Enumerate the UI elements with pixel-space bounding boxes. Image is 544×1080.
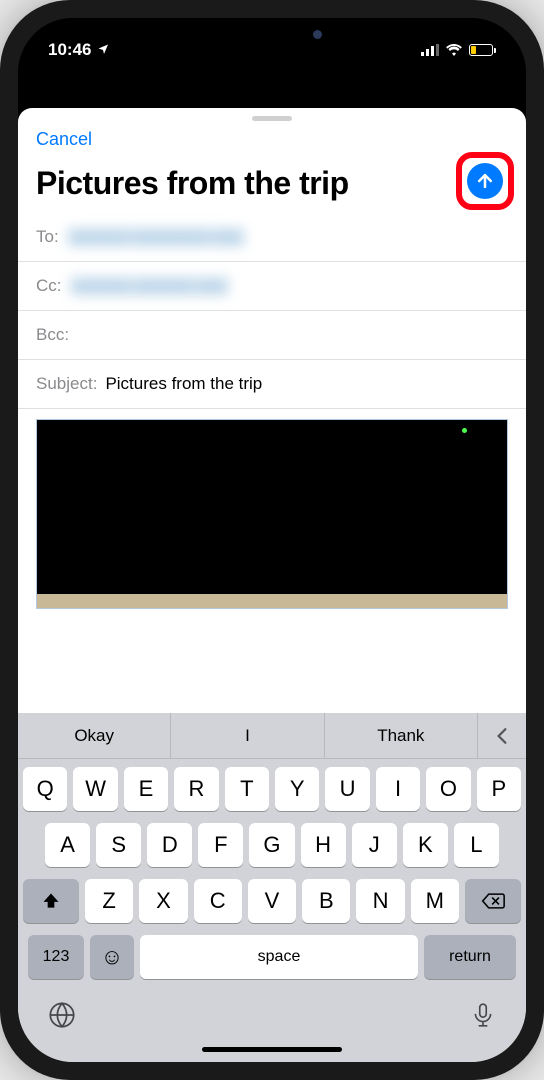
subject-label: Subject: — [36, 374, 97, 394]
suggestion-bar: Okay I Thank — [18, 713, 526, 759]
key-emoji[interactable]: ☺ — [90, 935, 134, 979]
key-123[interactable]: 123 — [28, 935, 84, 979]
suggestion-2[interactable]: I — [171, 713, 324, 758]
bcc-label: Bcc: — [36, 325, 69, 345]
key-x[interactable]: X — [139, 879, 187, 923]
key-h[interactable]: H — [301, 823, 346, 867]
key-v[interactable]: V — [248, 879, 296, 923]
key-row-1: Q W E R T Y U I O P — [23, 767, 521, 811]
key-row-bottom: 123 ☺ space return — [23, 935, 521, 979]
battery-icon — [469, 44, 496, 56]
emoji-icon: ☺ — [101, 944, 123, 970]
key-e[interactable]: E — [124, 767, 168, 811]
key-s[interactable]: S — [96, 823, 141, 867]
to-label: To: — [36, 227, 59, 247]
compose-title: Pictures from the trip — [36, 166, 508, 201]
backspace-icon — [481, 892, 505, 910]
key-row-3: Z X C V B N M — [23, 879, 521, 923]
keyboard: Okay I Thank Q W E R T — [18, 713, 526, 1062]
key-m[interactable]: M — [411, 879, 459, 923]
suggestion-1[interactable]: Okay — [18, 713, 171, 758]
bcc-field[interactable]: Bcc: — [18, 311, 526, 360]
home-indicator[interactable] — [202, 1047, 342, 1052]
mic-icon[interactable] — [470, 1001, 496, 1036]
key-y[interactable]: Y — [275, 767, 319, 811]
key-w[interactable]: W — [73, 767, 117, 811]
key-o[interactable]: O — [426, 767, 470, 811]
cc-label: Cc: — [36, 276, 62, 296]
key-z[interactable]: Z — [85, 879, 133, 923]
status-time: 10:46 — [48, 40, 91, 60]
key-n[interactable]: N — [356, 879, 404, 923]
key-f[interactable]: F — [198, 823, 243, 867]
key-r[interactable]: R — [174, 767, 218, 811]
key-shift[interactable] — [23, 879, 79, 923]
to-value: aaaaaa aaaaaaaa aaa — [67, 227, 245, 247]
globe-icon[interactable] — [48, 1001, 76, 1036]
key-k[interactable]: K — [403, 823, 448, 867]
shift-icon — [41, 891, 61, 911]
location-icon — [97, 43, 109, 58]
key-t[interactable]: T — [225, 767, 269, 811]
cellular-signal-icon — [421, 44, 439, 56]
key-p[interactable]: P — [477, 767, 521, 811]
key-q[interactable]: Q — [23, 767, 67, 811]
subject-field[interactable]: Subject: Pictures from the trip — [18, 360, 526, 409]
key-l[interactable]: L — [454, 823, 499, 867]
key-d[interactable]: D — [147, 823, 192, 867]
to-field[interactable]: To: aaaaaa aaaaaaaa aaa — [18, 213, 526, 262]
suggestion-3[interactable]: Thank — [325, 713, 478, 758]
key-space[interactable]: space — [140, 935, 418, 979]
key-b[interactable]: B — [302, 879, 350, 923]
cc-value: aaaaaa aaaaaa aaa — [70, 276, 229, 296]
suggestion-collapse[interactable] — [478, 713, 526, 758]
key-u[interactable]: U — [325, 767, 369, 811]
image-attachment[interactable] — [36, 419, 508, 609]
sheet-grabber[interactable] — [252, 116, 292, 121]
key-i[interactable]: I — [376, 767, 420, 811]
subject-value: Pictures from the trip — [105, 374, 262, 394]
key-c[interactable]: C — [194, 879, 242, 923]
send-button[interactable] — [467, 163, 503, 199]
recording-indicator-icon — [462, 428, 467, 433]
arrow-up-icon — [475, 171, 495, 191]
compose-sheet: Cancel Pictures from the trip To: aaa — [18, 108, 526, 1062]
key-g[interactable]: G — [249, 823, 294, 867]
annotation-highlight — [456, 152, 514, 210]
key-return[interactable]: return — [424, 935, 516, 979]
key-j[interactable]: J — [352, 823, 397, 867]
chevron-left-icon — [495, 727, 509, 745]
device-notch — [167, 18, 377, 50]
cancel-button[interactable]: Cancel — [36, 129, 92, 150]
key-a[interactable]: A — [45, 823, 90, 867]
key-backspace[interactable] — [465, 879, 521, 923]
key-row-2: A S D F G H J K L — [23, 823, 521, 867]
cc-field[interactable]: Cc: aaaaaa aaaaaa aaa — [18, 262, 526, 311]
wifi-icon — [445, 44, 463, 56]
